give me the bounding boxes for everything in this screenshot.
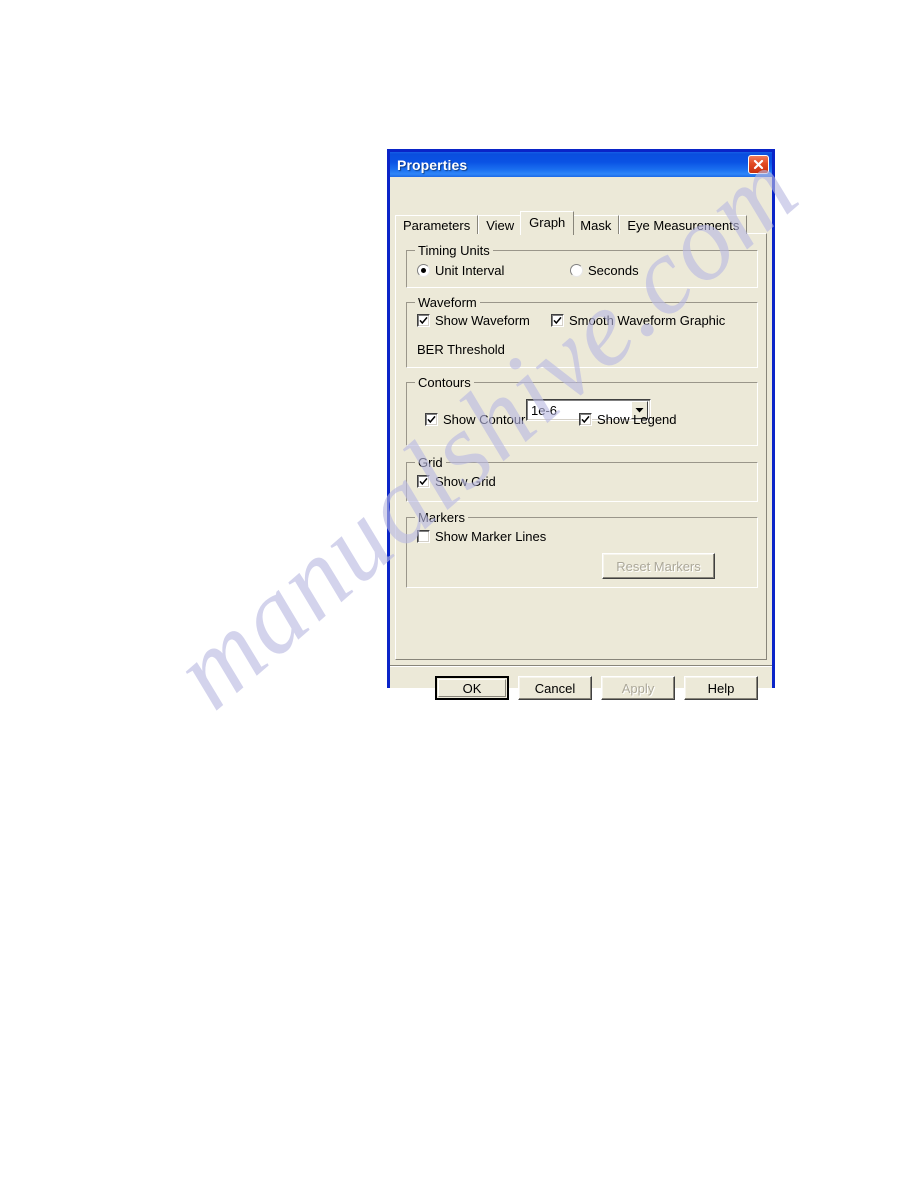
contours-group: Contours Show Contour Show Legend bbox=[406, 375, 758, 446]
ber-threshold-label-row: BER Threshold bbox=[417, 342, 505, 357]
checkbox-indicator[interactable] bbox=[551, 314, 564, 327]
reset-markers-label: Reset Markers bbox=[616, 558, 701, 574]
cancel-label: Cancel bbox=[534, 680, 576, 696]
radio-seconds[interactable]: Seconds bbox=[570, 263, 639, 278]
checkbox-show-waveform[interactable]: Show Waveform bbox=[417, 313, 530, 328]
radio-unit-interval[interactable]: Unit Interval bbox=[417, 263, 504, 278]
tab-strip: Parameters View Graph Mask Eye Measureme… bbox=[395, 211, 748, 235]
contours-group-title: Contours bbox=[415, 375, 474, 390]
checkbox-show-contour-label: Show Contour bbox=[443, 412, 526, 427]
timing-units-group-title: Timing Units bbox=[415, 243, 493, 258]
help-label: Help bbox=[707, 680, 735, 696]
radio-indicator[interactable] bbox=[417, 264, 430, 277]
checkbox-indicator[interactable] bbox=[417, 475, 430, 488]
reset-markers-button[interactable]: Reset Markers bbox=[602, 553, 715, 579]
checkbox-indicator[interactable] bbox=[417, 530, 430, 543]
tab-parameters[interactable]: Parameters bbox=[395, 215, 479, 234]
checkbox-smooth-waveform-graphic-label: Smooth Waveform Graphic bbox=[569, 313, 726, 328]
checkbox-show-legend[interactable]: Show Legend bbox=[579, 412, 677, 427]
tab-view[interactable]: View bbox=[478, 215, 523, 234]
cancel-button[interactable]: Cancel bbox=[518, 676, 592, 700]
checkbox-show-marker-lines-label: Show Marker Lines bbox=[435, 529, 547, 544]
checkbox-show-contour[interactable]: Show Contour bbox=[425, 412, 525, 427]
dialog-title: Properties bbox=[397, 156, 468, 173]
checkbox-show-marker-lines[interactable]: Show Marker Lines bbox=[417, 529, 546, 544]
markers-group: Markers Show Marker Lines Reset Markers bbox=[406, 510, 758, 588]
waveform-group-title: Waveform bbox=[415, 295, 480, 310]
ok-label: OK bbox=[462, 680, 482, 696]
close-icon[interactable] bbox=[748, 155, 769, 174]
checkbox-show-waveform-label: Show Waveform bbox=[435, 313, 530, 328]
checkbox-indicator[interactable] bbox=[425, 413, 438, 426]
grid-group-title: Grid bbox=[415, 455, 446, 470]
grid-group: Grid Show Grid bbox=[406, 455, 758, 502]
help-button[interactable]: Help bbox=[684, 676, 758, 700]
checkbox-smooth-waveform-graphic[interactable]: Smooth Waveform Graphic bbox=[551, 313, 725, 328]
dialog-titlebar[interactable]: Properties bbox=[390, 152, 772, 177]
ber-threshold-label: BER Threshold bbox=[417, 342, 505, 357]
properties-dialog: Properties Parameters View Graph Mask Ey… bbox=[387, 149, 775, 700]
radio-unit-interval-label: Unit Interval bbox=[435, 263, 505, 278]
radio-indicator[interactable] bbox=[570, 264, 583, 277]
dialog-client-area: Parameters View Graph Mask Eye Measureme… bbox=[390, 177, 772, 700]
tab-graph[interactable]: Graph bbox=[520, 211, 575, 235]
graph-tab-panel: Timing Units Unit Interval Seconds Wavef… bbox=[395, 233, 767, 660]
checkbox-show-grid[interactable]: Show Grid bbox=[417, 474, 496, 489]
ok-button[interactable]: OK bbox=[435, 676, 509, 700]
checkbox-show-legend-label: Show Legend bbox=[597, 412, 677, 427]
apply-button[interactable]: Apply bbox=[601, 676, 675, 700]
timing-units-group: Timing Units Unit Interval Seconds bbox=[406, 243, 758, 288]
waveform-group: Waveform Show Waveform Smooth Waveform G… bbox=[406, 295, 758, 368]
tab-eye-measurements[interactable]: Eye Measurements bbox=[619, 215, 748, 234]
radio-seconds-label: Seconds bbox=[588, 263, 639, 278]
checkbox-show-grid-label: Show Grid bbox=[435, 474, 496, 489]
tab-mask[interactable]: Mask bbox=[572, 215, 620, 234]
checkbox-indicator[interactable] bbox=[579, 413, 592, 426]
markers-group-title: Markers bbox=[415, 510, 468, 525]
dialog-button-bar: OK Cancel Apply Help bbox=[390, 665, 772, 711]
checkbox-indicator[interactable] bbox=[417, 314, 430, 327]
apply-label: Apply bbox=[621, 680, 655, 696]
